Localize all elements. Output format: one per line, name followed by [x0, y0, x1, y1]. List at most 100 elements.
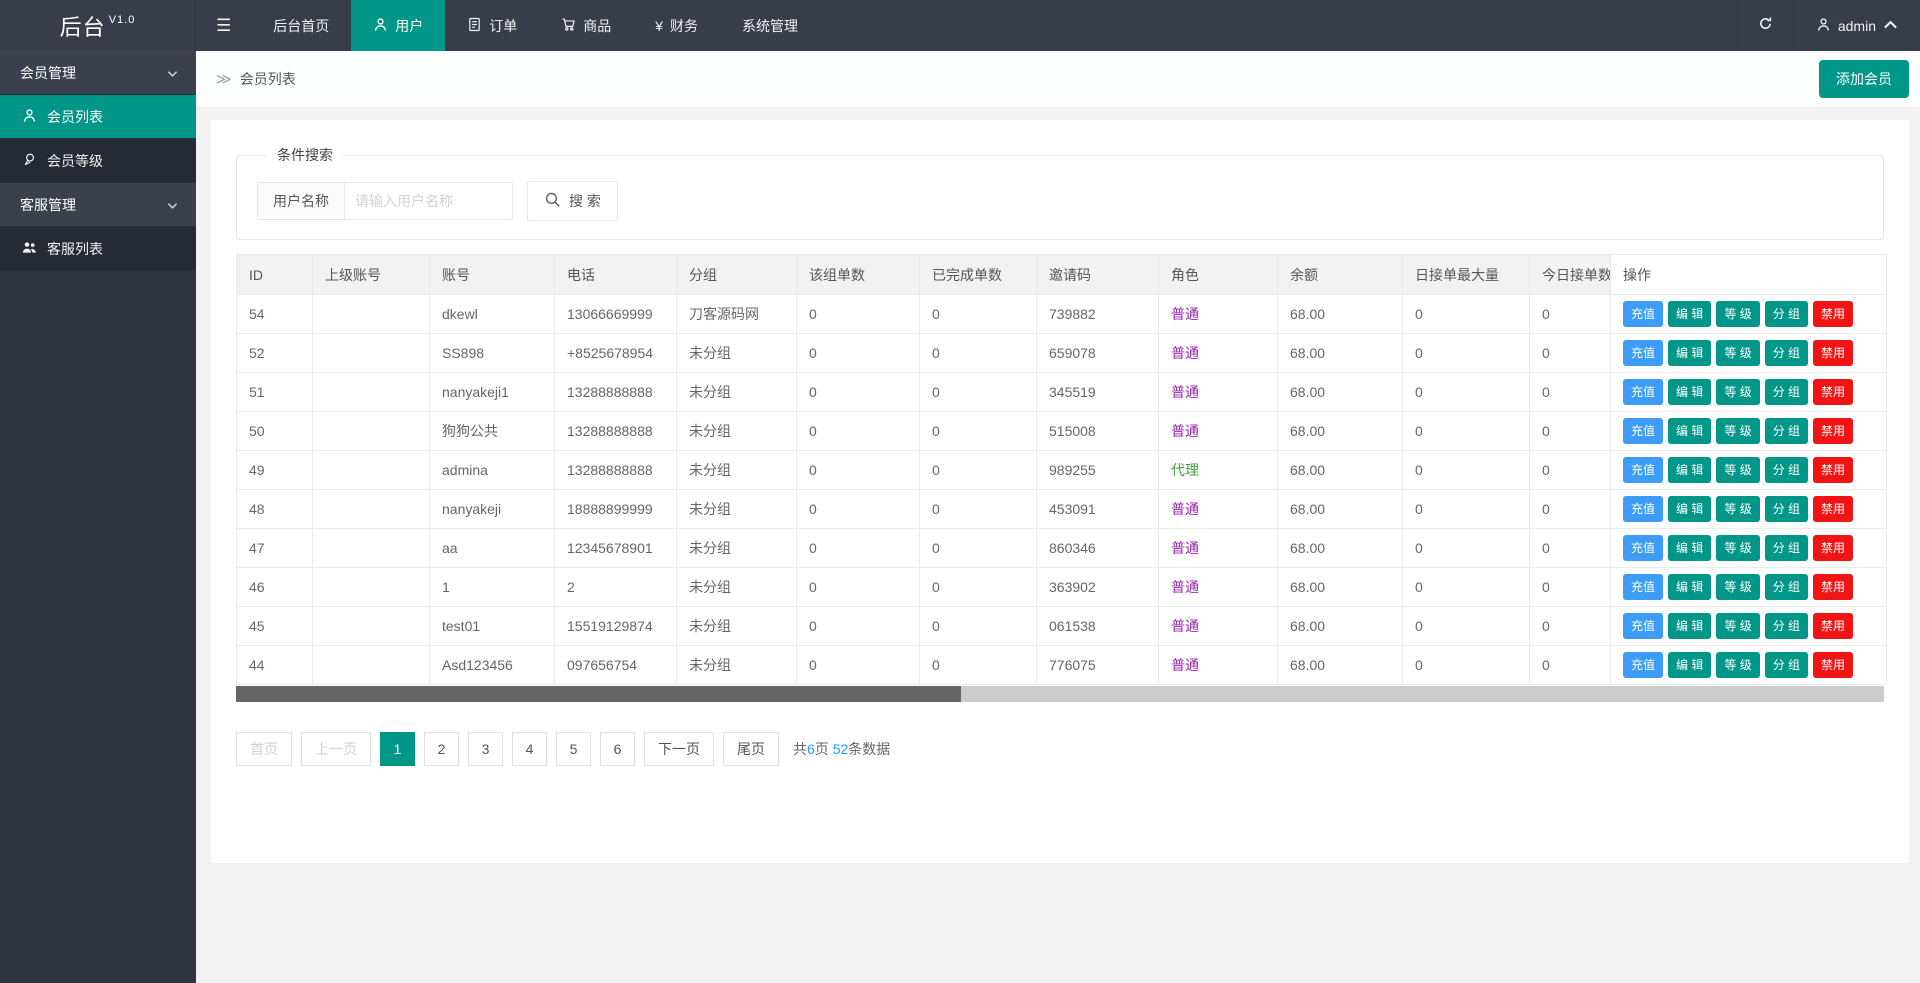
- level-button[interactable]: 等 级: [1716, 496, 1759, 522]
- edit-button[interactable]: 编 辑: [1668, 340, 1711, 366]
- group-button[interactable]: 分 组: [1765, 613, 1808, 639]
- pagination-page-5[interactable]: 5: [556, 732, 591, 766]
- disable-button[interactable]: 禁用: [1813, 574, 1853, 600]
- sidebar-group-service-management[interactable]: 客服管理: [0, 183, 196, 227]
- refresh-button[interactable]: [1737, 0, 1793, 51]
- level-button[interactable]: 等 级: [1716, 535, 1759, 561]
- pagination-prev[interactable]: 上一页: [301, 732, 371, 766]
- phone-cell: 097656754: [555, 646, 677, 685]
- edit-button[interactable]: 编 辑: [1668, 418, 1711, 444]
- group-button[interactable]: 分 组: [1765, 301, 1808, 327]
- horizontal-scrollbar-thumb[interactable]: [236, 686, 961, 702]
- table-header-row: ID 上级账号 账号 电话 分组 该组单数 已完成单数 邀请码 角色 余额 日接…: [237, 255, 1887, 295]
- disable-button[interactable]: 禁用: [1813, 379, 1853, 405]
- edit-button[interactable]: 编 辑: [1668, 535, 1711, 561]
- level-button[interactable]: 等 级: [1716, 301, 1759, 327]
- level-button[interactable]: 等 级: [1716, 457, 1759, 483]
- level-button[interactable]: 等 级: [1716, 418, 1759, 444]
- group-button[interactable]: 分 组: [1765, 340, 1808, 366]
- completed-orders-cell: 0: [920, 451, 1037, 490]
- disable-button[interactable]: 禁用: [1813, 613, 1853, 639]
- parent-account-cell: [313, 490, 430, 529]
- balance-cell: 68.00: [1278, 646, 1403, 685]
- edit-button[interactable]: 编 辑: [1668, 301, 1711, 327]
- group-orders-cell: 0: [797, 334, 920, 373]
- today-orders-cell: 0: [1530, 334, 1611, 373]
- disable-button[interactable]: 禁用: [1813, 340, 1853, 366]
- daily-max-cell: 0: [1403, 490, 1530, 529]
- search-fieldset: 条件搜索 用户名称 搜 索: [236, 145, 1884, 240]
- disable-button[interactable]: 禁用: [1813, 496, 1853, 522]
- group-button[interactable]: 分 组: [1765, 379, 1808, 405]
- pagination-page-4[interactable]: 4: [512, 732, 547, 766]
- group-button[interactable]: 分 组: [1765, 418, 1808, 444]
- pagination-summary: 共6页 52条数据: [793, 739, 890, 759]
- col-account: 账号: [430, 255, 555, 295]
- pagination-next[interactable]: 下一页: [644, 732, 714, 766]
- actions-cell: 充值编 辑等 级分 组禁用: [1611, 529, 1887, 568]
- recharge-button[interactable]: 充值: [1623, 457, 1663, 483]
- recharge-button[interactable]: 充值: [1623, 340, 1663, 366]
- nav-item-finance[interactable]: ¥ 财务: [633, 0, 720, 51]
- group-button[interactable]: 分 组: [1765, 574, 1808, 600]
- user-menu[interactable]: admin: [1793, 0, 1920, 51]
- horizontal-scrollbar-track[interactable]: [236, 686, 1884, 702]
- nav-item-home[interactable]: 后台首页: [251, 0, 351, 51]
- nav-item-system[interactable]: 系统管理: [720, 0, 820, 51]
- menu-collapse-toggle[interactable]: ☰: [196, 0, 251, 51]
- pagination-page-3[interactable]: 3: [468, 732, 503, 766]
- invite-code-cell: 776075: [1037, 646, 1159, 685]
- recharge-button[interactable]: 充值: [1623, 418, 1663, 444]
- recharge-button[interactable]: 充值: [1623, 496, 1663, 522]
- level-button[interactable]: 等 级: [1716, 613, 1759, 639]
- nav-item-users[interactable]: 用户: [351, 0, 445, 51]
- actions-cell: 充值编 辑等 级分 组禁用: [1611, 490, 1887, 529]
- sidebar-group-member-management[interactable]: 会员管理: [0, 51, 196, 95]
- completed-orders-cell: 0: [920, 373, 1037, 412]
- edit-button[interactable]: 编 辑: [1668, 457, 1711, 483]
- level-button[interactable]: 等 级: [1716, 574, 1759, 600]
- users-icon: [22, 240, 37, 258]
- disable-button[interactable]: 禁用: [1813, 301, 1853, 327]
- sidebar-item-service-list[interactable]: 客服列表: [0, 227, 196, 271]
- group-button[interactable]: 分 组: [1765, 535, 1808, 561]
- sidebar-item-member-level[interactable]: 会员等级: [0, 139, 196, 183]
- disable-button[interactable]: 禁用: [1813, 418, 1853, 444]
- level-button[interactable]: 等 级: [1716, 340, 1759, 366]
- level-button[interactable]: 等 级: [1716, 652, 1759, 678]
- pagination-page-1[interactable]: 1: [380, 732, 415, 766]
- pagination-page-2[interactable]: 2: [424, 732, 459, 766]
- actions-cell: 充值编 辑等 级分 组禁用: [1611, 334, 1887, 373]
- recharge-button[interactable]: 充值: [1623, 301, 1663, 327]
- recharge-button[interactable]: 充值: [1623, 379, 1663, 405]
- edit-button[interactable]: 编 辑: [1668, 613, 1711, 639]
- level-button[interactable]: 等 级: [1716, 379, 1759, 405]
- disable-button[interactable]: 禁用: [1813, 535, 1853, 561]
- username-input[interactable]: [345, 182, 513, 220]
- group-orders-cell: 0: [797, 568, 920, 607]
- recharge-button[interactable]: 充值: [1623, 535, 1663, 561]
- edit-button[interactable]: 编 辑: [1668, 574, 1711, 600]
- disable-button[interactable]: 禁用: [1813, 652, 1853, 678]
- role-cell: 普通: [1159, 412, 1278, 451]
- search-button[interactable]: 搜 索: [527, 181, 618, 221]
- recharge-button[interactable]: 充值: [1623, 613, 1663, 639]
- nav-item-products[interactable]: 商品: [539, 0, 633, 51]
- edit-button[interactable]: 编 辑: [1668, 496, 1711, 522]
- pagination-last[interactable]: 尾页: [723, 732, 779, 766]
- sidebar-item-member-list[interactable]: 会员列表: [0, 95, 196, 139]
- edit-button[interactable]: 编 辑: [1668, 652, 1711, 678]
- group-button[interactable]: 分 组: [1765, 496, 1808, 522]
- pagination-page-6[interactable]: 6: [600, 732, 635, 766]
- edit-button[interactable]: 编 辑: [1668, 379, 1711, 405]
- group-button[interactable]: 分 组: [1765, 652, 1808, 678]
- disable-button[interactable]: 禁用: [1813, 457, 1853, 483]
- group-button[interactable]: 分 组: [1765, 457, 1808, 483]
- recharge-button[interactable]: 充值: [1623, 574, 1663, 600]
- add-member-button[interactable]: 添加会员: [1819, 60, 1909, 98]
- recharge-button[interactable]: 充值: [1623, 652, 1663, 678]
- pagination-first[interactable]: 首页: [236, 732, 292, 766]
- nav-item-orders[interactable]: 订单: [445, 0, 539, 51]
- id-cell: 44: [237, 646, 313, 685]
- phone-cell: 18888899999: [555, 490, 677, 529]
